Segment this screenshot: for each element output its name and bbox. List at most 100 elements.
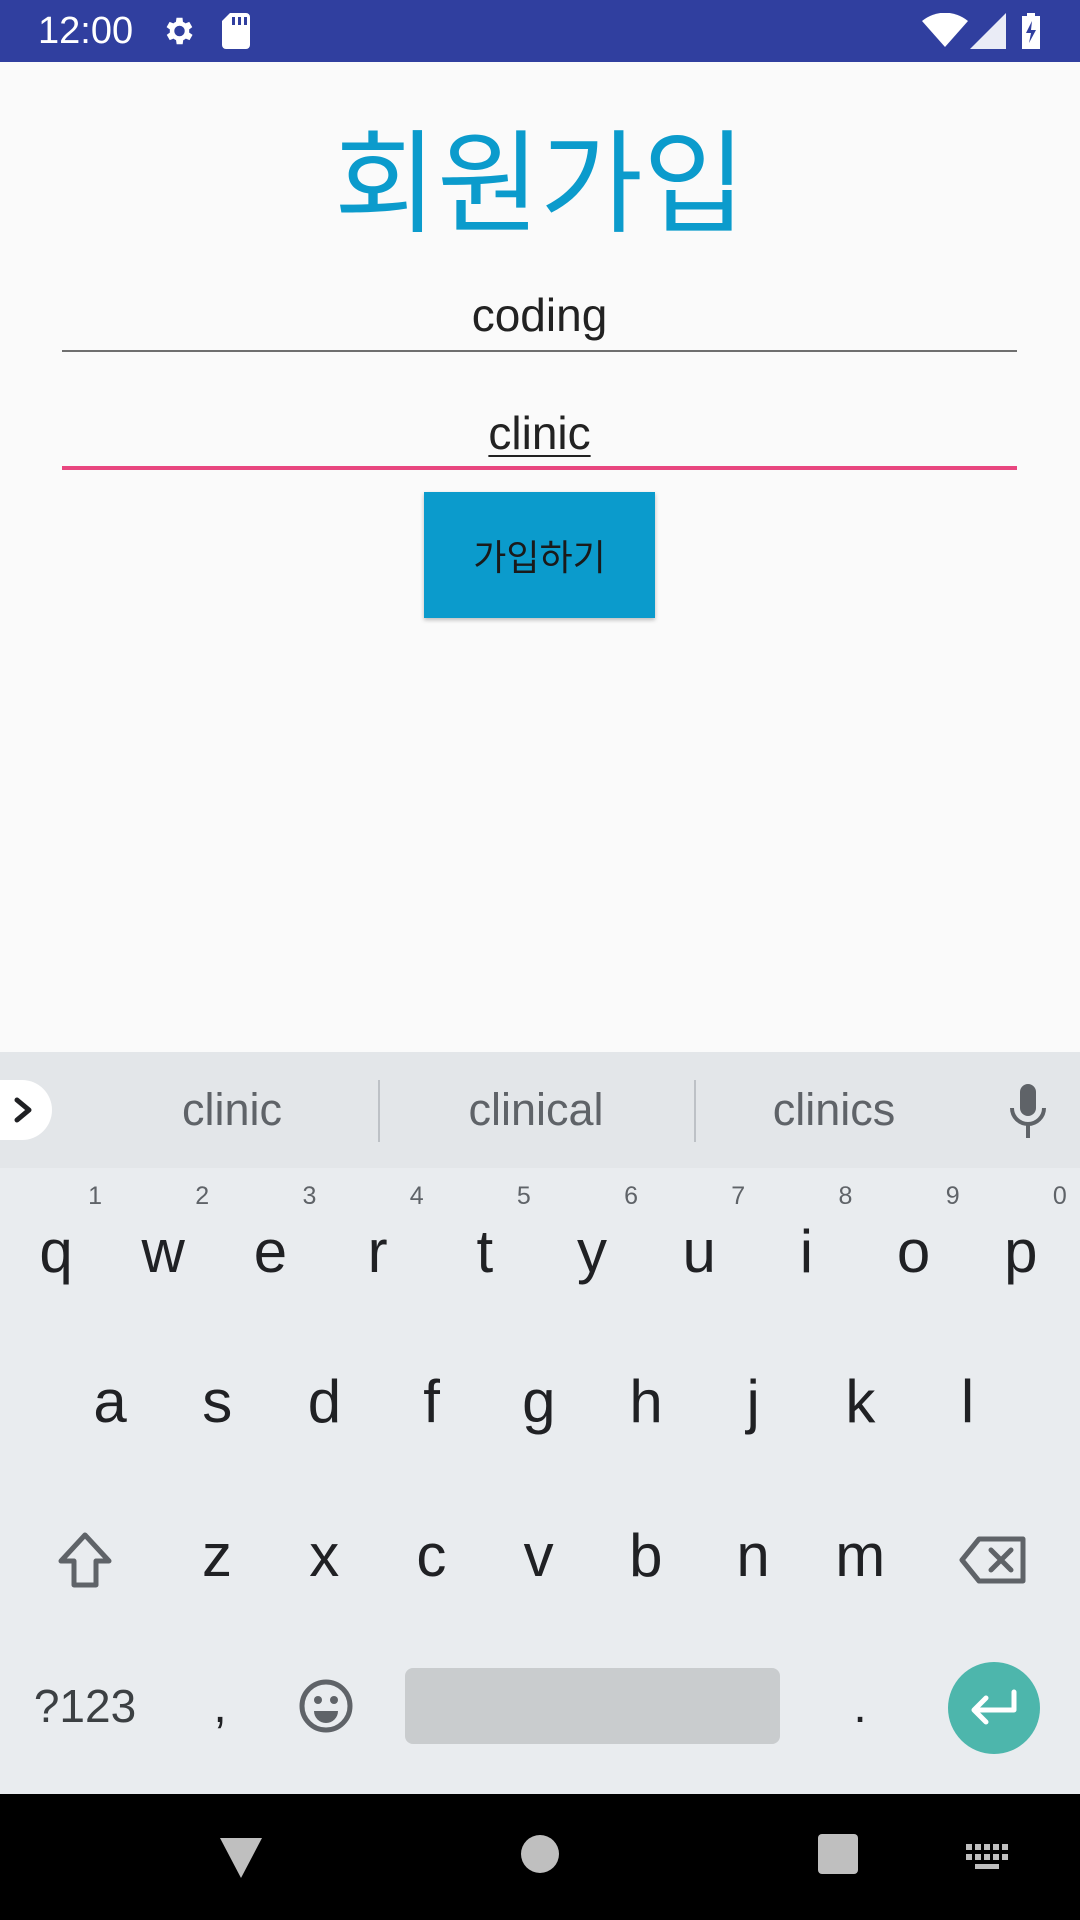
signup-button[interactable]: 가입하기 — [424, 492, 655, 618]
sd-card-icon — [222, 13, 250, 49]
key-hint-number: 4 — [409, 1182, 424, 1210]
key-hint-number: 1 — [88, 1182, 102, 1210]
key-label: f — [423, 1367, 440, 1435]
key-h[interactable]: h — [594, 1346, 698, 1456]
key-label: j — [746, 1367, 760, 1435]
expand-toolbar-button[interactable] — [0, 1080, 52, 1140]
suggestion-2[interactable]: clinical — [380, 1052, 692, 1168]
battery-charging-icon — [1022, 13, 1040, 49]
key-label: w — [141, 1217, 185, 1285]
recents-icon[interactable] — [818, 1834, 858, 1874]
key-label: h — [629, 1367, 663, 1435]
key-label: b — [629, 1521, 663, 1589]
key-f[interactable]: f — [380, 1346, 484, 1456]
shift-icon — [58, 1532, 112, 1588]
settings-icon — [166, 17, 193, 45]
backspace-icon — [959, 1536, 1026, 1584]
password-field-value: clinic — [488, 407, 591, 459]
key-x[interactable]: x — [272, 1500, 376, 1610]
suggestion-strip: clinic clinical clinics — [0, 1052, 1080, 1168]
status-bar: 12:00 — [0, 0, 1080, 62]
key-label: p — [1004, 1217, 1038, 1285]
shift-key[interactable] — [40, 1520, 130, 1600]
key-label: z — [202, 1521, 232, 1589]
keyboard-switch-icon[interactable] — [966, 1844, 1010, 1870]
password-field[interactable]: clinic — [62, 400, 1017, 470]
key-label: r — [367, 1217, 388, 1285]
space-key[interactable] — [405, 1668, 780, 1744]
backspace-key[interactable] — [952, 1520, 1036, 1600]
suggestion-1[interactable]: clinic — [82, 1052, 382, 1168]
id-field-underline — [62, 350, 1017, 352]
key-g[interactable]: g — [487, 1346, 591, 1456]
key-label: l — [960, 1367, 975, 1435]
enter-icon — [971, 1689, 1017, 1725]
key-label: t — [476, 1217, 494, 1285]
key-d[interactable]: d — [272, 1346, 376, 1456]
key-label: e — [253, 1217, 288, 1285]
key-hint-number: 6 — [624, 1182, 638, 1210]
key-m[interactable]: m — [808, 1500, 912, 1610]
key-b[interactable]: b — [594, 1500, 698, 1610]
wifi-icon — [922, 13, 968, 47]
key-c[interactable]: c — [379, 1500, 483, 1610]
key-n[interactable]: n — [701, 1500, 805, 1610]
navigation-bar — [0, 1794, 1080, 1920]
key-y[interactable]: y6 — [540, 1182, 644, 1306]
key-w[interactable]: w2 — [111, 1182, 215, 1306]
key-hint-number: 2 — [195, 1182, 210, 1210]
key-hint-number: 7 — [731, 1182, 746, 1210]
emoji-icon — [299, 1679, 353, 1733]
home-icon[interactable] — [520, 1834, 560, 1874]
password-field-value-wrap: clinic — [62, 400, 1017, 466]
key-i[interactable]: i8 — [754, 1182, 858, 1306]
microphone-icon[interactable] — [1005, 1084, 1051, 1138]
key-label: i — [799, 1217, 814, 1285]
key-label: x — [309, 1521, 340, 1589]
key-s[interactable]: s — [165, 1346, 269, 1456]
key-label: d — [307, 1367, 342, 1435]
key-label: m — [835, 1521, 886, 1589]
period-key[interactable]: . — [820, 1668, 900, 1744]
key-hint-number: 5 — [516, 1182, 531, 1210]
key-label: y — [577, 1217, 607, 1285]
key-label: n — [736, 1521, 770, 1589]
key-label: q — [39, 1217, 73, 1285]
signal-icon — [970, 13, 1006, 49]
key-k[interactable]: k — [808, 1346, 912, 1456]
key-e[interactable]: e3 — [218, 1182, 322, 1306]
key-j[interactable]: j — [701, 1346, 805, 1456]
key-q[interactable]: q1 — [4, 1182, 108, 1306]
comma-key[interactable]: , — [180, 1668, 260, 1744]
key-a[interactable]: a — [58, 1346, 162, 1456]
status-time: 12:00 — [38, 10, 134, 52]
key-label: c — [416, 1521, 447, 1589]
back-icon[interactable] — [218, 1836, 264, 1880]
key-hint-number: 0 — [1052, 1182, 1067, 1210]
key-hint-number: 3 — [302, 1182, 317, 1210]
key-label: k — [845, 1367, 876, 1435]
key-l[interactable]: l — [916, 1346, 1020, 1456]
id-field[interactable]: coding — [62, 282, 1017, 352]
suggestion-3[interactable]: clinics — [696, 1052, 972, 1168]
key-label: v — [523, 1521, 554, 1589]
key-hint-number: 8 — [838, 1182, 853, 1210]
symbols-key[interactable]: ?123 — [20, 1668, 150, 1744]
page-title: 회원가입 — [333, 120, 747, 250]
key-v[interactable]: v — [487, 1500, 591, 1610]
chevron-right-icon — [14, 1097, 32, 1123]
key-r[interactable]: r4 — [326, 1182, 430, 1306]
key-t[interactable]: t5 — [433, 1182, 537, 1306]
key-label: g — [522, 1367, 556, 1435]
emoji-key[interactable] — [290, 1668, 362, 1744]
id-field-value: coding — [471, 289, 608, 341]
key-z[interactable]: z — [165, 1500, 269, 1610]
enter-key[interactable] — [948, 1662, 1040, 1754]
key-label: u — [682, 1217, 716, 1285]
key-p[interactable]: p0 — [969, 1182, 1073, 1306]
key-o[interactable]: o9 — [862, 1182, 966, 1306]
password-field-underline — [62, 466, 1017, 470]
key-label: a — [93, 1367, 127, 1435]
key-hint-number: 9 — [945, 1182, 960, 1210]
key-u[interactable]: u7 — [647, 1182, 751, 1306]
